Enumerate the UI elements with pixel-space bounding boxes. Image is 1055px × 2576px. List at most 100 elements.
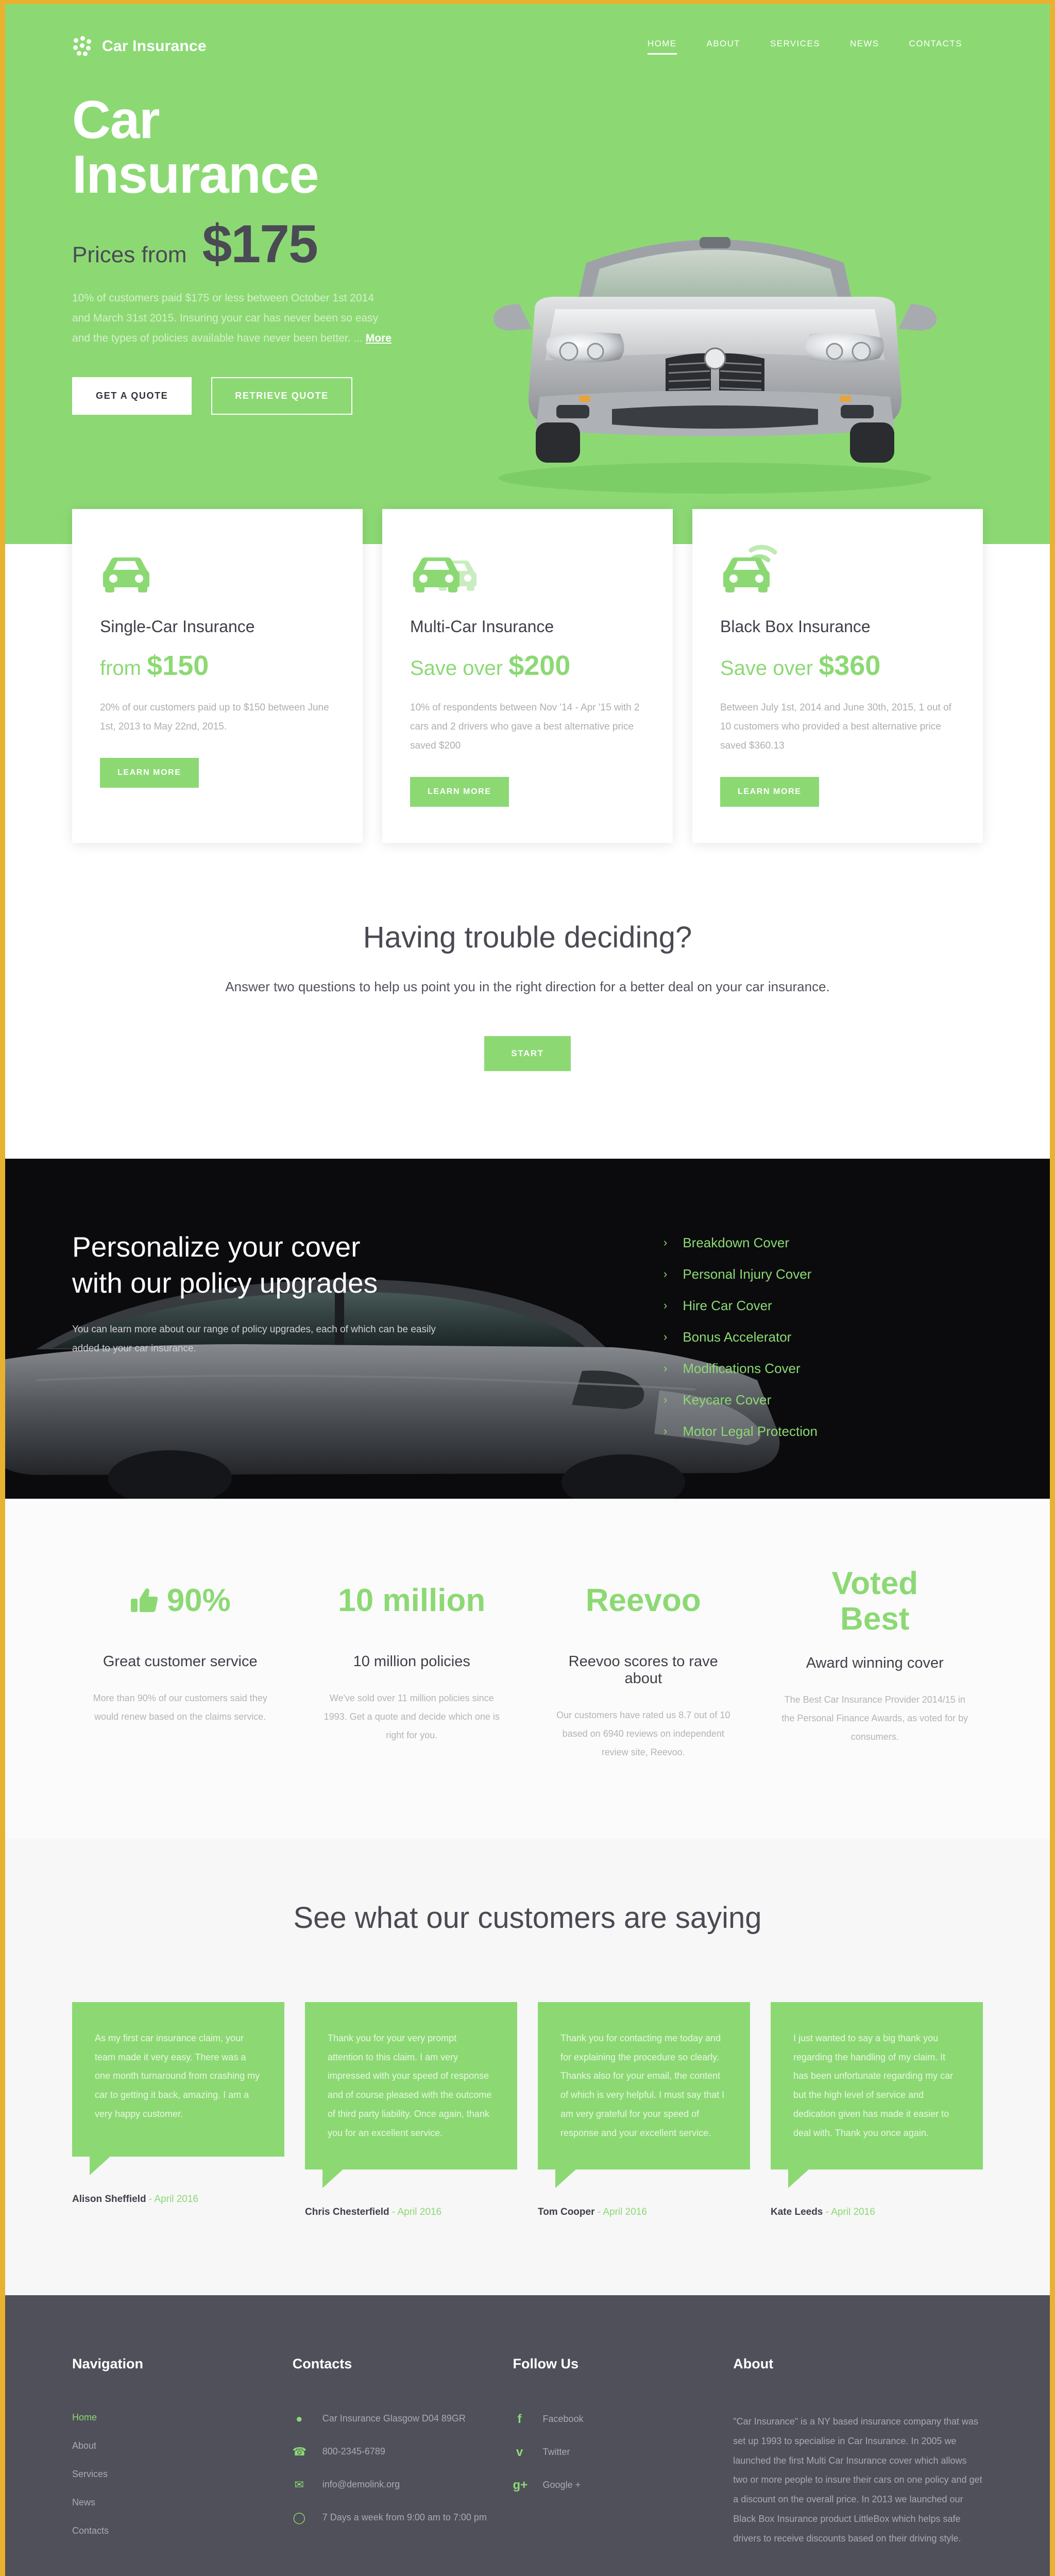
social-label: Facebook [542, 2414, 584, 2425]
twitter-icon: ᴠ [516, 2445, 523, 2459]
testimonial-separator: - [825, 2206, 831, 2217]
footer-link-home[interactable]: Home [72, 2412, 97, 2422]
testimonial-quote: I just wanted to say a big thank you reg… [771, 2002, 983, 2189]
social-link-google-plus[interactable]: g+ Google + [513, 2478, 713, 2493]
upgrade-link-breakdown-cover[interactable]: › Breakdown Cover [663, 1235, 983, 1251]
list-item: News [72, 2497, 272, 2508]
start-button[interactable]: START [484, 1036, 571, 1071]
decide-section: Having trouble deciding? Answer two ques… [5, 843, 1050, 1159]
hero-price: Prices from $175 [72, 217, 546, 271]
testimonials-heading: See what our customers are saying [293, 1901, 762, 1935]
social-label: Google + [542, 2480, 581, 2490]
upgrades-copy: Personalize your cover with our policy u… [72, 1229, 556, 1455]
list-item: › Motor Legal Protection [663, 1423, 983, 1439]
retrieve-quote-button[interactable]: RETRIEVE QUOTE [211, 377, 352, 415]
feature-description: Our customers have rated us 8.7 out of 1… [556, 1709, 730, 1757]
list-item: › Breakdown Cover [663, 1235, 983, 1251]
list-item: Home [72, 2412, 272, 2423]
nav-item-home[interactable]: HOME [647, 39, 677, 55]
main-navigation: HOME ABOUT SERVICES NEWS CONTACTS [647, 39, 983, 55]
contact-phone[interactable]: ☎ 800-2345-6789 [293, 2445, 492, 2459]
nav-item-services[interactable]: SERVICES [770, 39, 820, 55]
upgrade-link-keycare-cover[interactable]: › Keycare Cover [663, 1392, 983, 1408]
multi-car-icon [410, 538, 645, 594]
footer-heading-follow: Follow Us [513, 2355, 579, 2371]
chevron-right-icon: › [663, 1330, 668, 1344]
nav-item-about[interactable]: ABOUT [707, 39, 741, 55]
contact-address: ● Car Insurance Glasgow D04 89GR [293, 2412, 492, 2426]
list-item: Services [72, 2469, 272, 2480]
card-multi-car-insurance[interactable]: Multi-Car Insurance Save over $200 10% o… [382, 509, 673, 843]
upgrade-link-motor-legal-protection[interactable]: › Motor Legal Protection [663, 1423, 983, 1439]
social-label: Twitter [542, 2447, 570, 2458]
card-single-car-insurance[interactable]: Single-Car Insurance from $150 20% of ou… [72, 509, 363, 843]
footer-link-services[interactable]: Services [72, 2469, 108, 2479]
nav-item-contacts[interactable]: CONTACTS [909, 39, 962, 55]
social-link-facebook[interactable]: f Facebook [513, 2412, 713, 2427]
hero-more-link[interactable]: More [366, 332, 392, 344]
testimonial-author: Kate Leeds [771, 2206, 823, 2217]
testimonial-author: Chris Chesterfield [305, 2206, 389, 2217]
chevron-right-icon: › [663, 1299, 668, 1312]
upgrade-link-hire-car-cover[interactable]: › Hire Car Cover [663, 1298, 983, 1314]
testimonial-separator: - [597, 2206, 603, 2217]
learn-more-button[interactable]: LEARN MORE [100, 758, 199, 788]
page-title: Car Insurance [72, 93, 546, 202]
feature-title: Award winning cover [806, 1654, 944, 1671]
thumbs-up-icon [130, 1588, 158, 1612]
feature-title: Reevoo scores to rave about [568, 1653, 718, 1687]
footer-heading-contacts: Contacts [292, 2355, 352, 2371]
map-pin-icon: ● [296, 2412, 303, 2425]
card-price-prefix: from [100, 657, 141, 680]
testimonial: I just wanted to say a big thank you reg… [771, 2002, 983, 2218]
testimonial-date: April 2016 [397, 2206, 442, 2217]
social-link-twitter[interactable]: ᴠ Twitter [513, 2445, 713, 2460]
card-description: 20% of our customers paid up to $150 bet… [100, 702, 329, 733]
list-item: › Personal Injury Cover [663, 1266, 983, 1282]
testimonial-author: Alison Sheffield [72, 2193, 146, 2205]
footer-link-news[interactable]: News [72, 2497, 95, 2507]
contact-phone-text: 800-2345-6789 [322, 2446, 385, 2456]
hero-copy: Car Insurance Prices from $175 10% of cu… [72, 93, 546, 415]
testimonial-separator: - [148, 2193, 155, 2205]
footer-heading-navigation: Navigation [72, 2355, 144, 2371]
footer-about-text: "Car Insurance" is a NY based insurance … [733, 2416, 982, 2544]
footer-heading-about: About [733, 2355, 774, 2371]
list-item: › Hire Car Cover [663, 1298, 983, 1314]
header-bar: Car Insurance HOME ABOUT SERVICES NEWS C… [5, 4, 1050, 57]
learn-more-button[interactable]: LEARN MORE [410, 777, 509, 807]
testimonial: Thank you for contacting me today and fo… [538, 2002, 750, 2218]
footer-link-about[interactable]: About [72, 2441, 96, 2451]
get-a-quote-button[interactable]: GET A QUOTE [72, 377, 192, 415]
testimonial-separator: - [392, 2206, 398, 2217]
card-black-box-insurance[interactable]: Black Box Insurance Save over $360 Betwe… [692, 509, 983, 843]
testimonial-date: April 2016 [603, 2206, 647, 2217]
dots-logo-icon [72, 36, 93, 57]
chevron-right-icon: › [663, 1267, 668, 1281]
footer-link-contacts[interactable]: Contacts [72, 2526, 109, 2536]
card-price-prefix: Save over [720, 657, 813, 680]
card-price: Save over $360 [720, 650, 955, 682]
chevron-right-icon: › [663, 1425, 668, 1438]
learn-more-button[interactable]: LEARN MORE [720, 777, 819, 807]
upgrade-label: Personal Injury Cover [683, 1266, 812, 1282]
contact-email[interactable]: ✉ info@demolink.org [293, 2478, 492, 2492]
decide-text: Answer two questions to help us point yo… [225, 979, 830, 995]
upgrade-link-personal-injury-cover[interactable]: › Personal Injury Cover [663, 1266, 983, 1282]
black-box-car-icon [720, 538, 955, 594]
brand-logo[interactable]: Car Insurance [72, 36, 207, 57]
nav-item-news[interactable]: NEWS [850, 39, 879, 55]
testimonial: Thank you for your very prompt attention… [305, 2002, 517, 2218]
testimonial-date: April 2016 [831, 2206, 875, 2217]
feature-title: Great customer service [103, 1653, 258, 1670]
single-car-icon [100, 538, 335, 594]
upgrade-link-modifications-cover[interactable]: › Modifications Cover [663, 1361, 983, 1377]
card-price: from $150 [100, 650, 335, 682]
card-title: Single-Car Insurance [100, 617, 255, 636]
phone-icon: ☎ [292, 2445, 307, 2458]
testimonial-quote: As my first car insurance claim, your te… [72, 2002, 284, 2175]
feature-reevoo-scores: Reevoo Reevoo scores to rave about Our c… [535, 1566, 752, 1761]
upgrade-link-bonus-accelerator[interactable]: › Bonus Accelerator [663, 1329, 983, 1345]
testimonial-author: Tom Cooper [538, 2206, 595, 2217]
hero-title-line1: Car [72, 90, 160, 150]
